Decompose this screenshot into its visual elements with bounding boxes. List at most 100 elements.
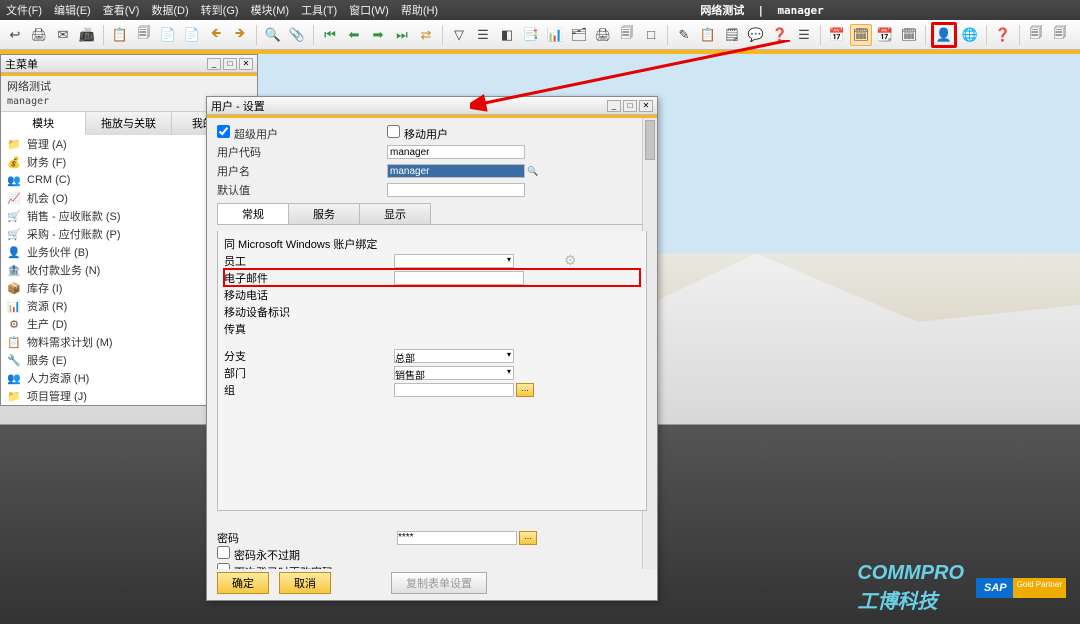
gear-icon[interactable]: ⚙ [564,252,577,269]
emp-combo[interactable] [394,254,514,268]
tb-copy2-icon[interactable]: 🗐 [616,24,638,46]
tb-user-icon[interactable]: 👤 [931,22,957,48]
mobileuser-checkbox[interactable] [387,125,400,138]
module-icon: 🛒 [7,228,21,241]
menu-help[interactable]: 帮助(H) [401,2,438,18]
tb-undo-icon[interactable]: ↩ [4,24,26,46]
tb-help2-icon[interactable]: ❓ [769,24,791,46]
tb-cal3-icon[interactable]: 📆 [874,24,896,46]
tb-fax-icon[interactable]: 📠 [76,24,98,46]
usercode-input[interactable] [387,145,525,159]
menu-module[interactable]: 模块(M) [251,2,290,18]
tb-clipboard-icon[interactable]: 📋 [697,24,719,46]
tb-edit-icon[interactable]: ✎ [673,24,695,46]
tb-mail-icon[interactable]: ✉ [52,24,74,46]
group-label: 组 [224,382,394,398]
dlg-min-icon[interactable]: _ [607,100,621,112]
tb-win1-icon[interactable]: 🗐 [1025,24,1047,46]
email-input[interactable] [394,271,524,285]
tree-item-label: 机会 (O) [27,190,68,206]
menu-file[interactable]: 文件(F) [6,2,42,18]
panel-min-icon[interactable]: _ [207,58,221,70]
bind-label: 同 Microsoft Windows 账户绑定 [224,236,394,252]
tb-print2-icon[interactable]: 🖨 [592,24,614,46]
dlg-max-icon[interactable]: □ [623,100,637,112]
username-input[interactable] [387,164,525,178]
user-settings-dialog: 用户 - 设置 _ □ ✕ 超级用户 移动用户 用户代码 用户名 🔍 [206,96,658,601]
tb-qhelp-icon[interactable]: ❓ [992,24,1014,46]
menu-tab-dragdrop[interactable]: 拖放与关联 [86,112,171,135]
tb-prev-icon[interactable]: ⬅ [343,24,365,46]
menu-goto[interactable]: 转到(G) [201,2,239,18]
tb-cal1-icon[interactable]: 📅 [826,24,848,46]
module-icon: 💰 [7,156,21,169]
tb-doc1-icon[interactable]: 📄 [157,24,179,46]
menu-edit[interactable]: 编辑(E) [54,2,91,18]
module-icon: 📦 [7,282,21,295]
menubar: 文件(F) 编辑(E) 查看(V) 数据(D) 转到(G) 模块(M) 工具(T… [0,0,1080,20]
tree-item-label: 业务伙伴 (B) [27,244,89,260]
pw-noexpire-checkbox[interactable] [217,546,230,559]
tb-globe-icon[interactable]: 🌐 [959,24,981,46]
tb-copy-icon[interactable]: 📋 [109,24,131,46]
tb-swap-icon[interactable]: ⇄ [415,24,437,46]
menu-view[interactable]: 查看(V) [103,2,140,18]
tb-win2-icon[interactable]: 🗐 [1049,24,1071,46]
lookup-icon[interactable]: 🔍 [527,166,538,177]
password-button[interactable]: … [519,531,537,545]
tree-item-label: 人力资源 (H) [27,370,89,386]
tb-sep [925,25,926,45]
sap-logo: SAP Gold Partner [976,578,1066,598]
panel-close-icon[interactable]: ✕ [239,58,253,70]
tb-report2-icon[interactable]: 📊 [544,24,566,46]
tb-window-icon[interactable]: □ [640,24,662,46]
branch-combo[interactable]: 总部 [394,349,514,363]
pw-changenext-checkbox[interactable] [217,563,230,569]
inner-tab-display[interactable]: 显示 [359,203,431,224]
copy-form-button[interactable]: 复制表单设置 [391,572,487,594]
tb-paste-icon[interactable]: 🗐 [133,24,155,46]
tree-item-label: 生产 (D) [27,316,67,332]
tb-rows-icon[interactable]: ☰ [793,24,815,46]
menu-tools[interactable]: 工具(T) [301,2,337,18]
tb-note-icon[interactable]: 🗒 [721,24,743,46]
dlg-close-icon[interactable]: ✕ [639,100,653,112]
menu-tab-modules[interactable]: 模块 [1,112,86,135]
tb-last-icon[interactable]: ⏭ [391,24,413,46]
group-input[interactable] [394,383,514,397]
dept-combo[interactable]: 销售部 [394,366,514,380]
tree-item-label: 收付款业务 (N) [27,262,100,278]
inner-tab-general[interactable]: 常规 [217,203,289,224]
tb-layout-icon[interactable]: ◧ [496,24,518,46]
tb-first-icon[interactable]: ⏮ [319,24,341,46]
superuser-checkbox[interactable] [217,125,230,138]
tb-next-icon[interactable]: ➡ [367,24,389,46]
group-button[interactable]: … [516,383,534,397]
menu-data[interactable]: 数据(D) [151,2,188,18]
cancel-button[interactable]: 取消 [279,572,331,594]
tb-navback-icon[interactable]: 🡸 [205,24,227,46]
tb-doc2-icon[interactable]: 📄 [181,24,203,46]
ok-button[interactable]: 确定 [217,572,269,594]
defaults-input[interactable] [387,183,525,197]
tb-cal2-icon[interactable]: 🗓 [850,24,872,46]
emp-label: 员工 [224,253,394,269]
tb-list-icon[interactable]: ☰ [472,24,494,46]
menu-window[interactable]: 窗口(W) [349,2,389,18]
commpro-logo: COMMPRO 工博科技 [857,562,964,614]
inner-tab-service[interactable]: 服务 [288,203,360,224]
password-input[interactable]: **** [397,531,517,545]
tb-sep [667,25,668,45]
tb-filter-icon[interactable]: ▽ [448,24,470,46]
tb-print-icon[interactable]: 🖨 [28,24,50,46]
tb-navfwd-icon[interactable]: 🡺 [229,24,251,46]
tb-folder-icon[interactable]: 🗂 [568,24,590,46]
tb-attach-icon[interactable]: 📎 [286,24,308,46]
tb-chat-icon[interactable]: 💬 [745,24,767,46]
tb-find-icon[interactable]: 🔍 [262,24,284,46]
tb-cal4-icon[interactable]: 🗓 [898,24,920,46]
main-menu-title: 主菜单 [5,56,38,72]
panel-max-icon[interactable]: □ [223,58,237,70]
module-icon: 🛒 [7,210,21,223]
tb-report1-icon[interactable]: 📑 [520,24,542,46]
